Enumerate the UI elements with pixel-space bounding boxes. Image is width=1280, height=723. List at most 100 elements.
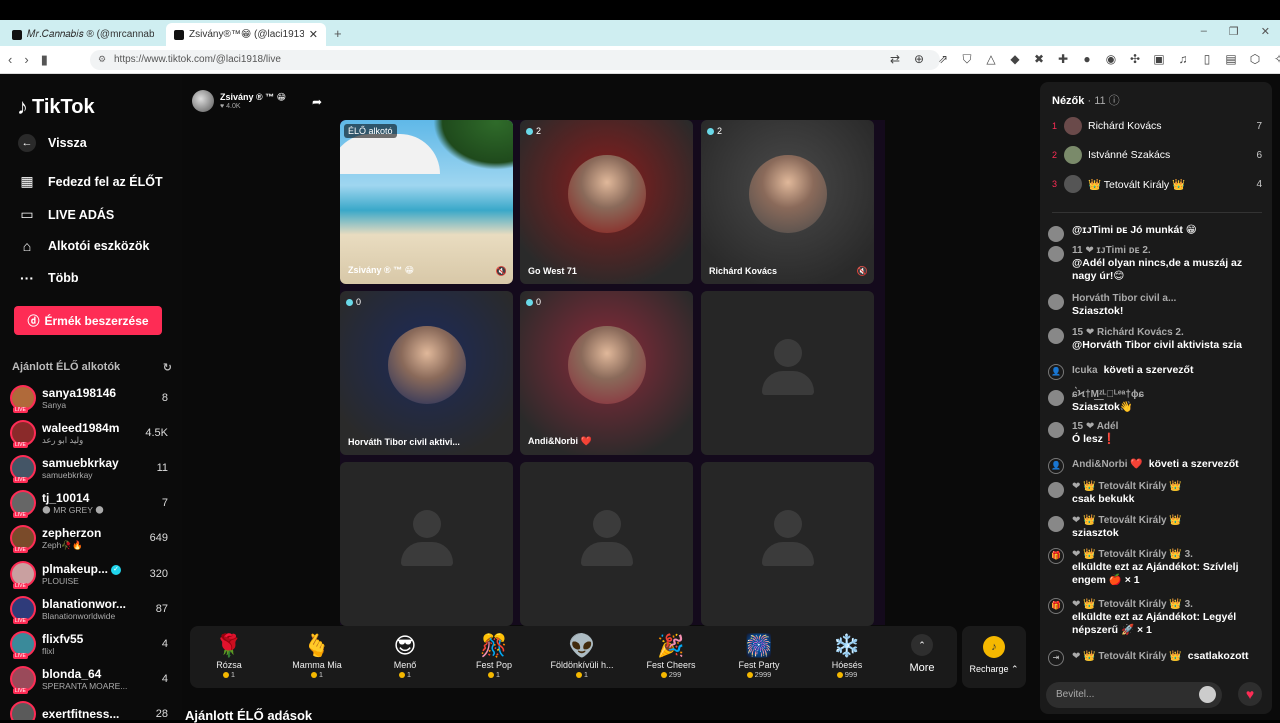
creator-item[interactable]: plmakeup...✓PLOUISE320 xyxy=(10,558,168,590)
gift-item[interactable]: 🎆 Fest Party 2999 xyxy=(724,632,794,679)
creator-info: flixfv55 flixl xyxy=(42,632,162,656)
site-info-icon[interactable]: ⚙ xyxy=(98,54,106,65)
guest-tile[interactable]: 0 Horváth Tibor civil aktivi... xyxy=(340,291,513,455)
chat-username: ❤ 👑 Tetovált Király 👑 3. xyxy=(1072,549,1193,560)
more-gifts-button[interactable]: ⌃ More xyxy=(900,634,944,674)
gift-item[interactable]: 🌹 Rózsa 1 xyxy=(194,632,264,679)
browser-tab-active[interactable]: Zsivány®™😁 (@laci1913) ÉL ✕ xyxy=(166,23,326,46)
chat-message[interactable]: 🎁 ❤ 👑 Tetovált Király 👑 3. elküldte ezt az… xyxy=(1048,548,1268,587)
host-avatar[interactable] xyxy=(192,90,214,112)
chat-message[interactable]: 11 ❤ ɪᴊTimi ᴅᴇ 2. @Adél olyan nincs,de a … xyxy=(1048,244,1268,283)
close-tab-icon[interactable]: ✕ xyxy=(309,28,318,41)
top-viewer-row[interactable]: 2 Istvánné Szakács 6 xyxy=(1052,145,1262,165)
guest-tile[interactable]: ÉLŐ alkotó Zsivány ® ™ 😁 🔇 xyxy=(340,120,513,284)
gift-item[interactable]: ❄️ Hóesés 999 xyxy=(812,632,882,679)
restore-icon[interactable]: ❐ xyxy=(1229,25,1239,38)
empty-guest-slot[interactable] xyxy=(340,462,513,626)
chat-message[interactable]: 🎁 ❤ 👑 Tetovált Király 👑 3. elküldte ezt az… xyxy=(1048,598,1268,637)
creator-item[interactable]: sanya198146Sanya8 xyxy=(10,382,168,414)
gift-item[interactable]: 🎉 Fest Cheers 299 xyxy=(636,632,706,679)
gift-item[interactable]: 👽 Földönkívüli h... 1 xyxy=(547,632,617,679)
extension-icon[interactable]: ✖ xyxy=(1032,52,1046,67)
sidebar-item-more[interactable]: ··· Több xyxy=(18,270,79,286)
back-arrow-icon[interactable]: ‹ xyxy=(8,52,12,68)
bookmark-icon[interactable]: ▮ xyxy=(41,52,48,68)
translate-icon[interactable]: ⇄ xyxy=(888,52,902,67)
extension-icon[interactable]: ◆ xyxy=(1008,52,1022,67)
creator-item[interactable]: tj_10014🌑 MR GREY 🌑7 xyxy=(10,487,168,519)
chat-message[interactable]: ɕ͛Ϟ†M͟ᶻᴸ⃣ᴸᵉᵃ†ϕɕ Sziasztok👋 xyxy=(1048,388,1268,414)
chat-input[interactable]: Bevitel... xyxy=(1046,682,1222,708)
puzzle-icon[interactable]: ✣ xyxy=(1128,52,1142,67)
chat-message-body: Andi&Norbi ❤️ követi a szervezőt xyxy=(1072,458,1268,474)
emoji-icon[interactable] xyxy=(1199,686,1216,703)
gift-item[interactable]: 🎊 Fest Pop 1 xyxy=(459,632,529,679)
extension-icon[interactable]: ✚ xyxy=(1056,52,1070,67)
top-viewer-row[interactable]: 1 Richárd Kovács 7 xyxy=(1052,116,1262,136)
sidebar-item-explore-live[interactable]: ▦ Fedezd fel az ÉLŐT xyxy=(18,173,162,190)
chat-message[interactable]: 👤 Icuka követi a szervezőt xyxy=(1048,364,1268,380)
chat-message[interactable]: ❤ 👑 Tetovált Király 👑 csak bekukk xyxy=(1048,480,1268,506)
guest-tile[interactable]: 0 Andi&Norbi ❤️ xyxy=(520,291,693,455)
empty-guest-slot[interactable] xyxy=(701,462,874,626)
url-field[interactable]: ⚙ https://www.tiktok.com/@laci1918/live xyxy=(90,50,940,70)
browser-tab[interactable]: 𝑀𝑟.𝐶𝑎𝑛𝑛𝑎𝑏𝑖𝑠 ® (@mrcannab xyxy=(4,23,162,46)
guest-tile[interactable]: 2 Richárd Kovács 🔇 xyxy=(701,120,874,284)
extension-icon[interactable]: ◉ xyxy=(1104,52,1118,67)
creator-item[interactable]: flixfv55flixl4 xyxy=(10,628,168,660)
chat-message[interactable]: ❤ 👑 Tetovált Király 👑 sziasztok xyxy=(1048,514,1268,540)
creator-name-text: samuebkrkay xyxy=(42,456,119,470)
refresh-icon[interactable]: ↻ xyxy=(163,361,172,374)
empty-guest-slot[interactable] xyxy=(701,291,874,455)
new-tab-button[interactable]: + xyxy=(334,26,342,41)
host-name: Zsivány ® ™ 😁 xyxy=(220,92,287,102)
sidebar-icon[interactable]: ▯ xyxy=(1200,52,1214,67)
creator-item[interactable]: blanationwor...Blanationworldwide87 xyxy=(10,593,168,625)
creator-item[interactable]: exertfitness... 28 xyxy=(10,698,168,720)
close-window-icon[interactable]: ✕ xyxy=(1261,25,1270,38)
chat-avatar xyxy=(1048,390,1064,406)
gift-item[interactable]: 😎 Menő 1 xyxy=(370,632,440,679)
chat-message[interactable]: 15 ❤ Adél Ó lesz❗ xyxy=(1048,420,1268,446)
chat-message[interactable]: @ɪᴊTimi ᴅᴇ Jó munkát 😁 xyxy=(1048,224,1268,242)
viewers-header[interactable]: Nézők · 11 ⓘ xyxy=(1052,92,1120,108)
gift-item[interactable]: 🫰 Mamma Mia 1 xyxy=(282,632,352,679)
chat-message[interactable]: Horváth Tibor civil a... Sziasztok! xyxy=(1048,292,1268,318)
extension-icon[interactable]: ▣ xyxy=(1152,52,1166,67)
shield-icon[interactable]: ⛉ xyxy=(960,52,974,67)
guest-tile[interactable]: 2 Go West 71 xyxy=(520,120,693,284)
creator-item[interactable]: zepherzonZeph🥀🔥649 xyxy=(10,522,168,554)
extension-icon[interactable]: ● xyxy=(1080,52,1094,67)
back-button[interactable]: ← Vissza xyxy=(18,134,87,152)
forward-arrow-icon[interactable]: › xyxy=(24,52,28,68)
triangle-icon[interactable]: △ xyxy=(984,52,998,67)
chat-message[interactable]: 👤 Andi&Norbi ❤️ követi a szervezőt xyxy=(1048,458,1268,474)
chat-text: Sziasztok👋 xyxy=(1072,401,1133,413)
sidebar-item-creator-tools[interactable]: ⌂ Alkotói eszközök xyxy=(18,238,150,254)
sparkle-icon[interactable]: ✧ xyxy=(1272,52,1280,67)
creator-item[interactable]: blonda_64SPERANTA MOARE...4 xyxy=(10,663,168,695)
sidebar-item-live[interactable]: ▭ LIVE ADÁS xyxy=(18,206,114,223)
back-arrow-icon: ← xyxy=(18,134,36,152)
empty-guest-slot[interactable] xyxy=(520,462,693,626)
creator-item[interactable]: samuebkrkaysamuebkrkay11 xyxy=(10,452,168,484)
like-heart-button[interactable]: ♥ xyxy=(1238,682,1262,706)
share-arrow-icon[interactable]: ➦ xyxy=(312,95,322,109)
extension-icon[interactable]: ⬡ xyxy=(1248,52,1262,67)
info-icon[interactable]: ⓘ xyxy=(1109,95,1120,107)
wallet-icon[interactable]: ▤ xyxy=(1224,52,1238,67)
chat-username: 11 ❤ ɪᴊTimi ᴅᴇ 2. xyxy=(1072,245,1151,256)
zoom-icon[interactable]: ⊕ xyxy=(912,52,926,67)
music-icon[interactable]: ♫ xyxy=(1176,52,1190,67)
host-info[interactable]: Zsivány ® ™ 😁 ♥ 4.0K xyxy=(192,90,286,112)
chat-message[interactable]: 15 ❤ Richárd Kovács 2. @Horváth Tibor civ… xyxy=(1048,326,1268,352)
tiktok-logo[interactable]: ♪ TikTok xyxy=(17,94,95,120)
chat-text: @Horváth Tibor civil aktivista szia xyxy=(1072,339,1242,351)
top-viewer-row[interactable]: 3 👑 Tetovált Király 👑 4 xyxy=(1052,174,1262,194)
recharge-button[interactable]: ♪ Recharge ⌃ xyxy=(962,626,1026,688)
creator-item[interactable]: waleed1984mوليد ابو رعد4.5K xyxy=(10,417,168,449)
minimize-icon[interactable]: – xyxy=(1201,25,1207,38)
share-icon[interactable]: ⇗ xyxy=(936,52,950,67)
get-coins-button[interactable]: ⓓ Érmék beszerzése xyxy=(14,306,162,335)
chat-message[interactable]: ⇥ ❤ 👑 Tetovált Király 👑 csatlakozott xyxy=(1048,650,1268,666)
